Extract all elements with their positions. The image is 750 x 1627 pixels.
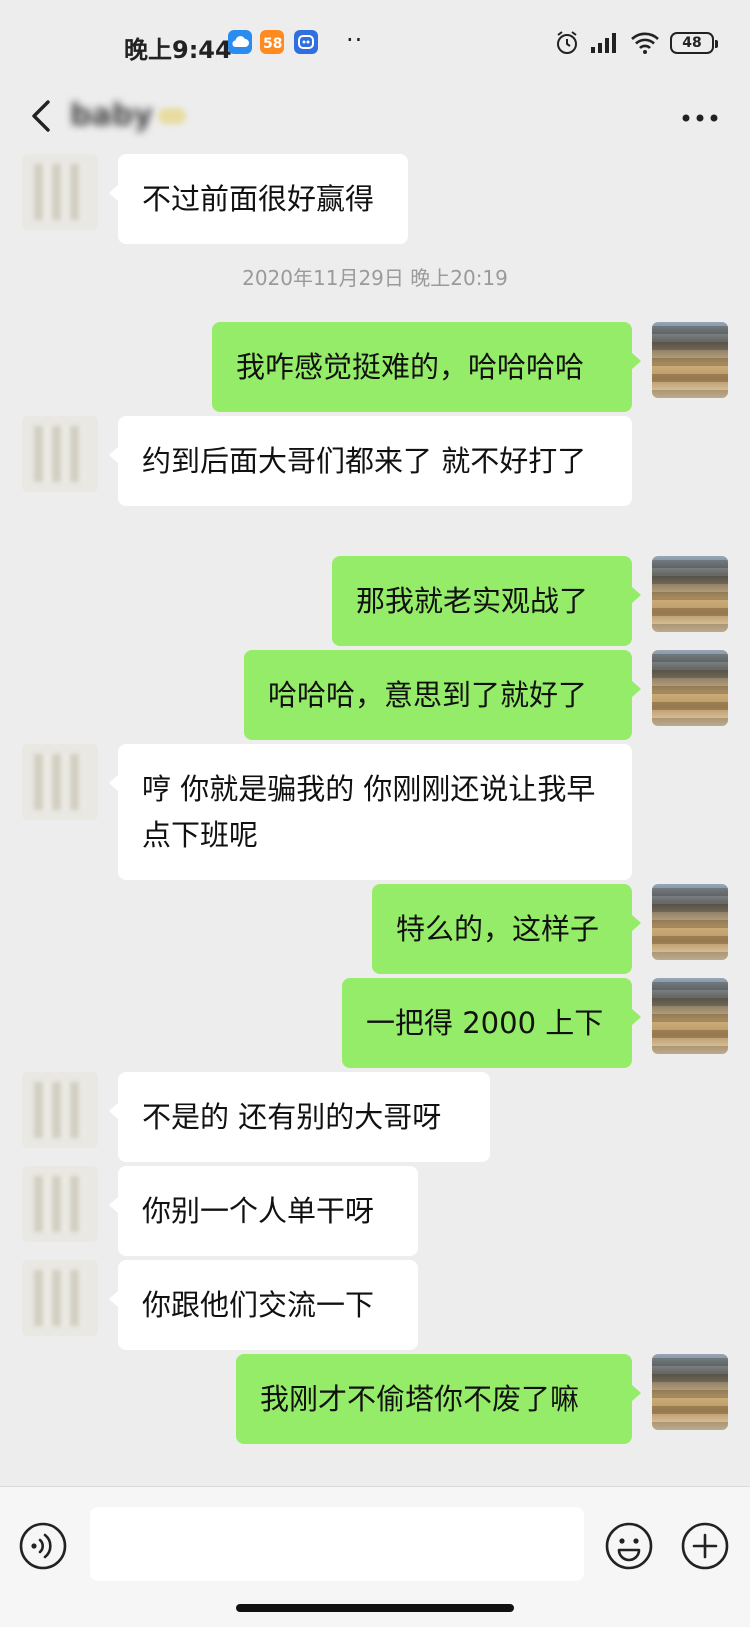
contact-avatar[interactable] (22, 416, 98, 492)
wifi-icon (631, 32, 659, 54)
message-bubble-sent[interactable]: 我咋感觉挺难的，哈哈哈哈 (212, 322, 641, 412)
contact-avatar[interactable] (22, 1166, 98, 1242)
blue-app-icon (294, 30, 318, 54)
message-input[interactable] (90, 1507, 584, 1581)
self-avatar[interactable] (652, 650, 728, 726)
message-bubble-received[interactable]: 你别一个人单干呀 (109, 1166, 418, 1256)
emoji-icon[interactable] (604, 1521, 654, 1571)
chat-message-list[interactable]: 不过前面很好赢得 2020年11月29日 晚上20:19 我咋感觉挺难的，哈哈哈… (0, 154, 750, 1486)
message-bubble-received[interactable]: 你跟他们交流一下 (109, 1260, 418, 1350)
svg-text:58: 58 (263, 36, 282, 52)
contact-avatar[interactable] (22, 154, 98, 230)
message-bubble-sent[interactable]: 特么的，这样子 (372, 884, 641, 974)
cloud-icon (228, 30, 252, 54)
message-bubble-received[interactable]: 约到后面大哥们都来了 就不好打了 (109, 416, 632, 506)
battery-indicator: 48 (670, 32, 718, 54)
chat-header: baby (0, 84, 750, 154)
message-bubble-sent[interactable]: 一把得 2000 上下 (342, 978, 641, 1068)
contact-avatar[interactable] (22, 1260, 98, 1336)
message-bubble-received[interactable]: 不过前面很好赢得 (109, 154, 408, 244)
more-icon[interactable] (680, 106, 720, 130)
message-bubble-sent[interactable]: 那我就老实观战了 (332, 556, 641, 646)
message-bubble-received[interactable]: 不是的 还有别的大哥呀 (109, 1072, 490, 1162)
self-avatar[interactable] (652, 1354, 728, 1430)
self-avatar[interactable] (652, 322, 728, 398)
home-indicator[interactable] (236, 1604, 514, 1612)
battery-level: 48 (682, 35, 702, 51)
self-avatar[interactable] (652, 978, 728, 1054)
voice-icon[interactable] (18, 1521, 68, 1571)
signal-icon (591, 33, 616, 53)
contact-name-emoji (158, 108, 186, 124)
message-bubble-received[interactable]: 哼 你就是骗我的 你刚刚还说让我早点下班呢 (109, 744, 632, 880)
message-bubble-sent[interactable]: 我刚才不偷塔你不废了嘛 (236, 1354, 641, 1444)
self-avatar[interactable] (652, 884, 728, 960)
status-time: 晚上9:44 (124, 36, 232, 64)
contact-avatar[interactable] (22, 744, 98, 820)
status-more-dots: ·· (346, 26, 364, 54)
self-avatar[interactable] (652, 556, 728, 632)
status-bar: 晚上9:44 58 ·· 48 (0, 0, 750, 84)
chat-timestamp: 2020年11月29日 晚上20:19 (242, 266, 508, 290)
status-right-group: 48 (554, 28, 718, 58)
contact-avatar[interactable] (22, 1072, 98, 1148)
message-bubble-sent[interactable]: 哈哈哈，意思到了就好了 (244, 650, 641, 740)
contact-name[interactable]: baby (70, 98, 153, 133)
orange-app-icon: 58 (260, 30, 284, 54)
plus-icon[interactable] (680, 1521, 730, 1571)
back-icon[interactable] (22, 94, 66, 138)
alarm-icon (557, 31, 577, 54)
